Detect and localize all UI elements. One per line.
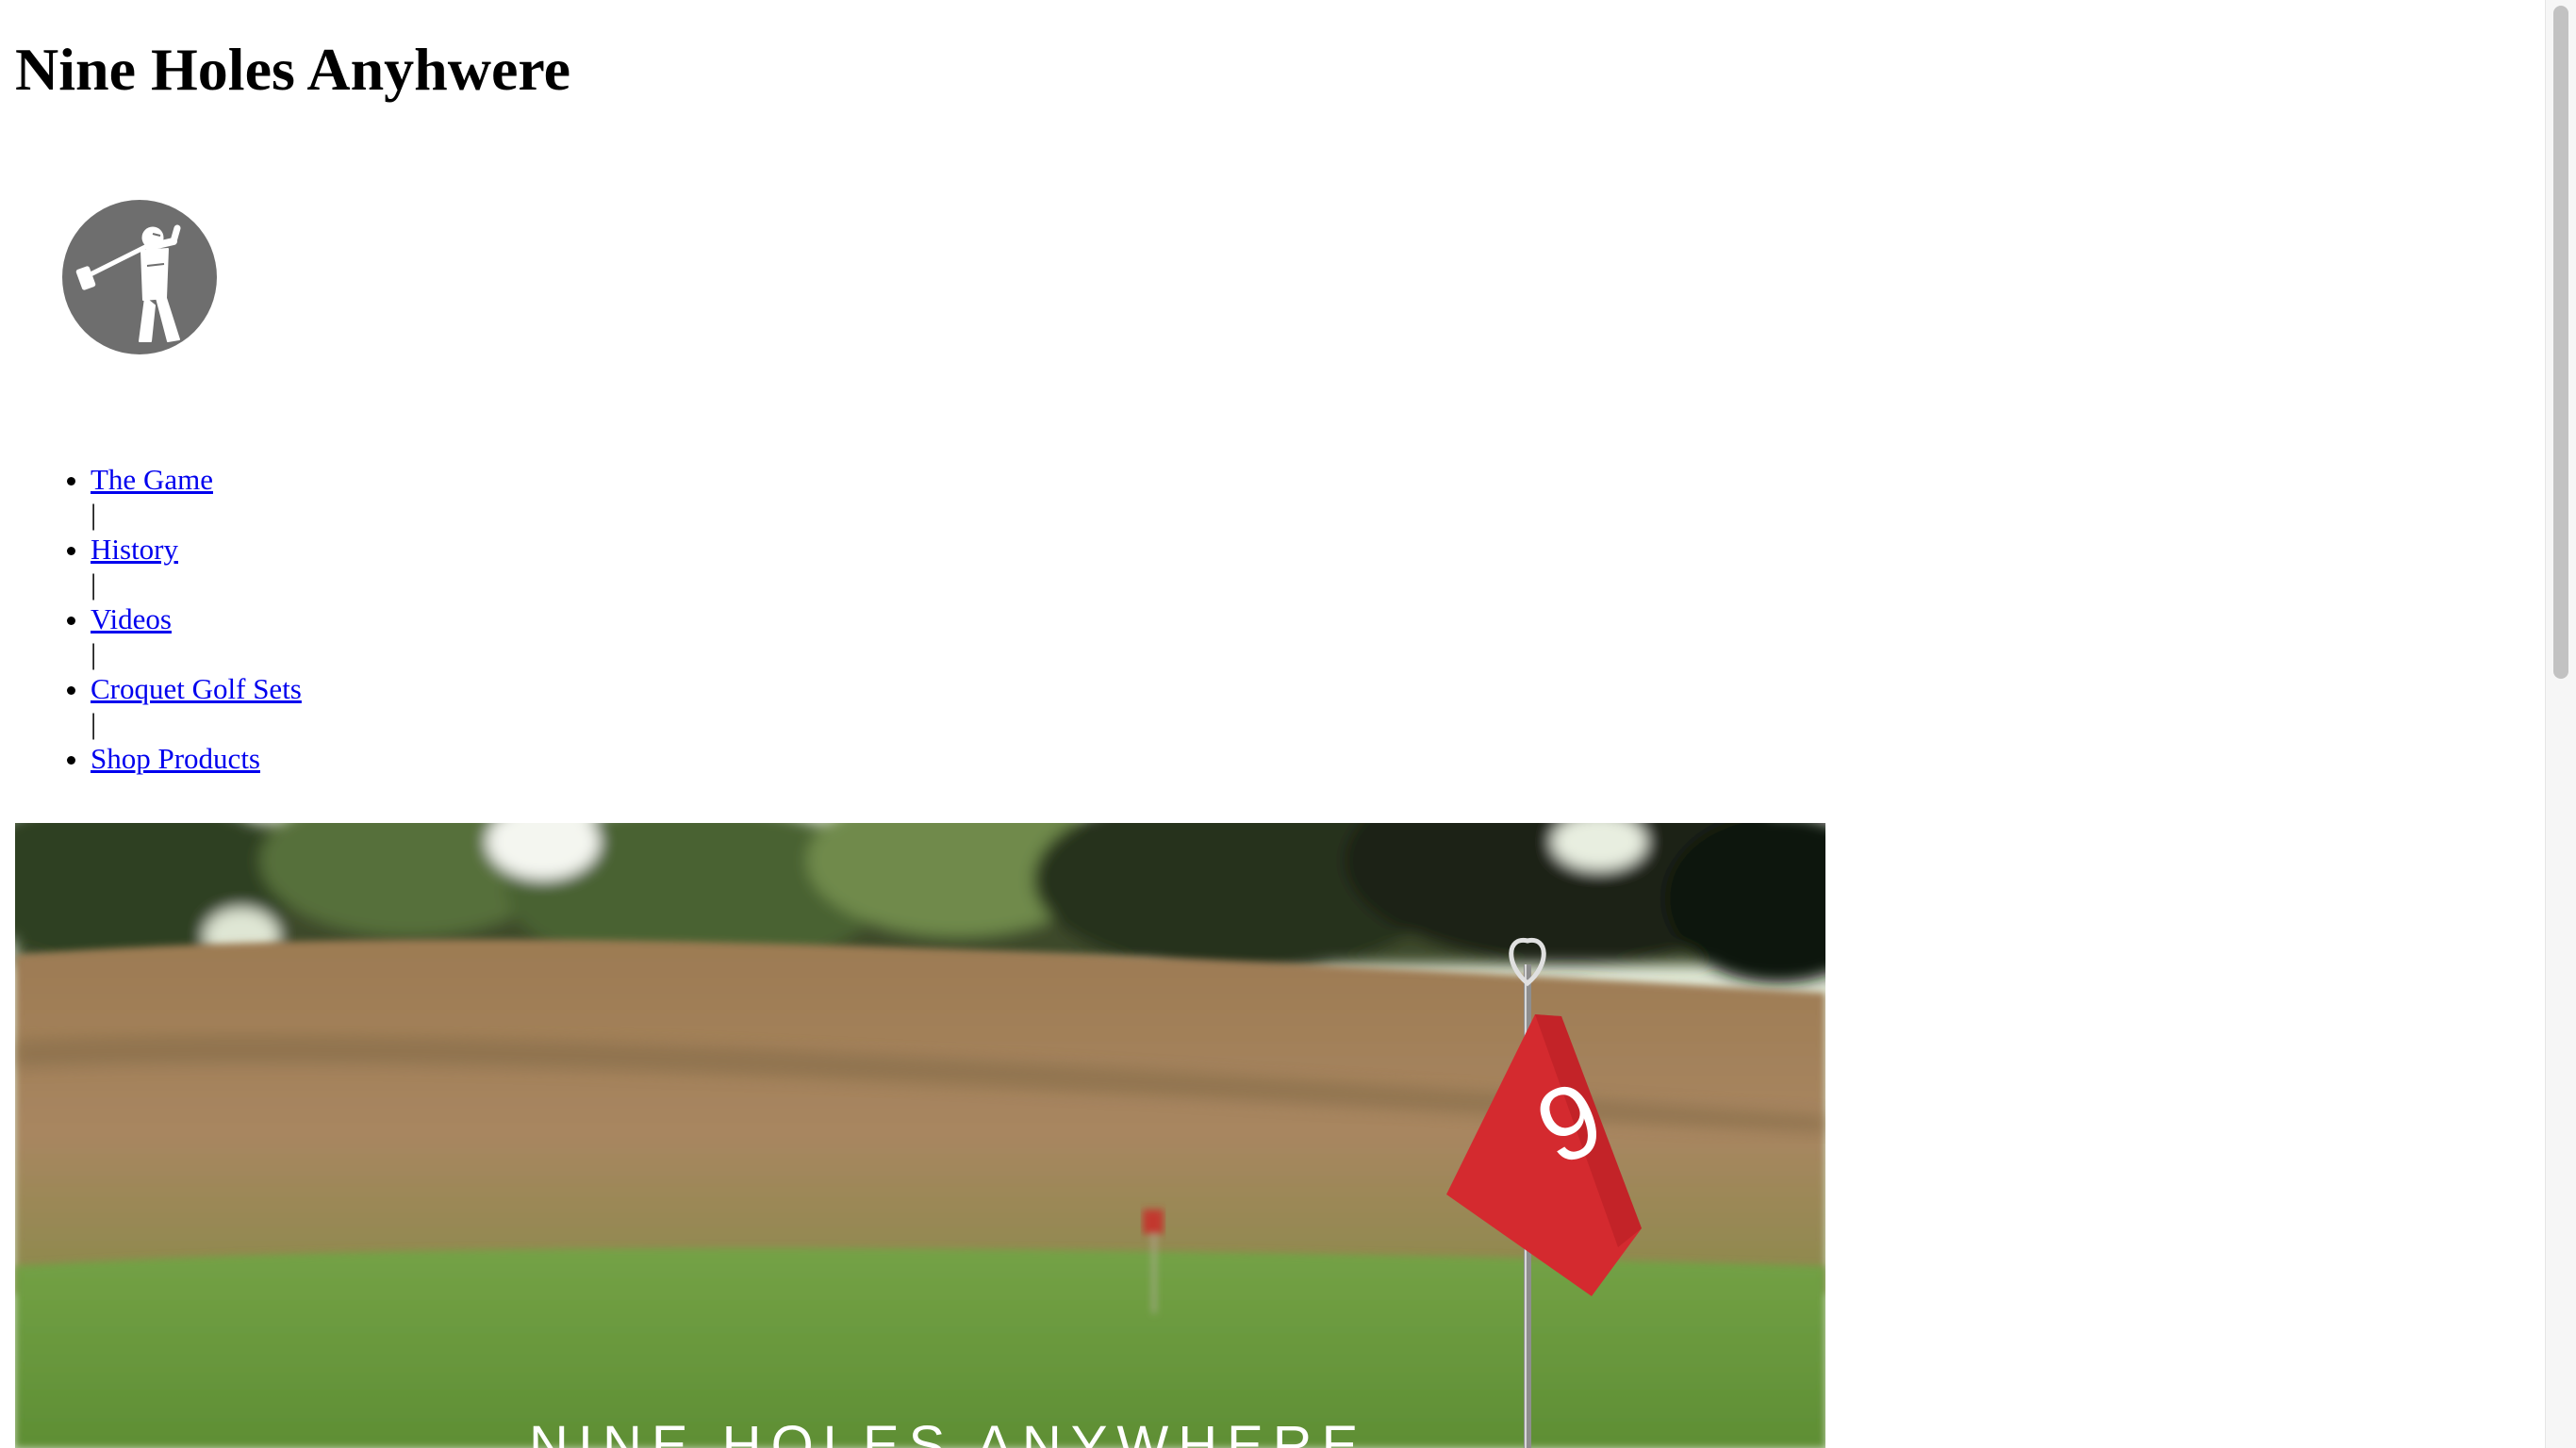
nav-item-croquet-golf-sets: Croquet Golf Sets | bbox=[91, 671, 302, 741]
nav-list: The Game | History | Videos | Croquet Go… bbox=[0, 462, 302, 776]
nav-item-history: History | bbox=[91, 532, 302, 601]
nav-link-videos[interactable]: Videos bbox=[91, 602, 172, 635]
nav-separator: | bbox=[91, 637, 97, 670]
nav-item-shop-products: Shop Products bbox=[91, 741, 302, 776]
page: Nine Holes Anyhwere • The Game | • Histo… bbox=[0, 0, 2546, 1448]
nav-separator: | bbox=[91, 568, 97, 601]
nav-item-videos: Videos | bbox=[91, 601, 302, 671]
site-title: Nine Holes Anyhwere bbox=[15, 36, 571, 103]
nav-item-the-game: The Game | bbox=[91, 462, 302, 532]
hero-caption: NINE HOLES ANYWHERE bbox=[529, 1415, 1367, 1448]
nav-link-the-game[interactable]: The Game bbox=[91, 463, 213, 496]
vertical-scrollbar[interactable] bbox=[2545, 0, 2576, 1448]
nav-separator: | bbox=[91, 498, 97, 531]
hero-image: 9 NINE HOLES ANYWHERE bbox=[15, 823, 1825, 1448]
scrollbar-thumb[interactable] bbox=[2553, 6, 2568, 679]
nav-separator: | bbox=[91, 707, 97, 740]
golfer-logo-icon bbox=[62, 200, 217, 354]
nav-link-shop-products[interactable]: Shop Products bbox=[91, 742, 260, 775]
nav-link-croquet-golf-sets[interactable]: Croquet Golf Sets bbox=[91, 672, 302, 705]
nav-link-history[interactable]: History bbox=[91, 533, 178, 566]
